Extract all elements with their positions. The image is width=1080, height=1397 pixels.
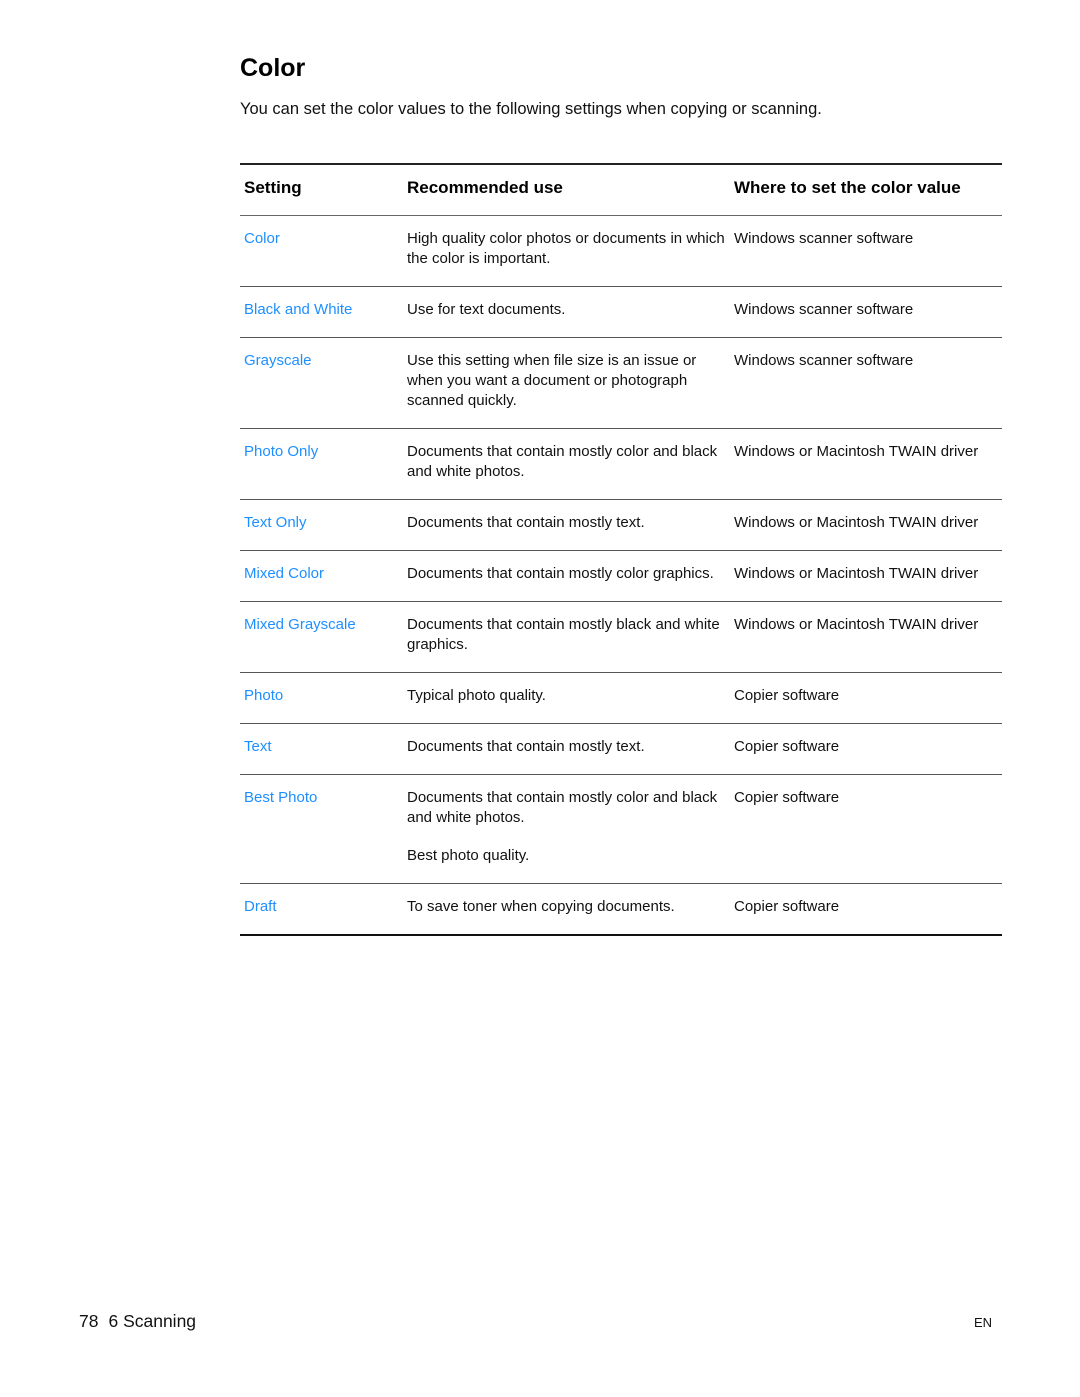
header-setting: Setting bbox=[240, 163, 403, 216]
table-row: Mixed Color Documents that contain mostly… bbox=[240, 550, 1002, 602]
recommended-use-text: Use this setting when file size is an is… bbox=[407, 352, 697, 409]
recommended-use-cell: Documents that contain mostly text. bbox=[403, 723, 730, 775]
recommended-use-text: Documents that contain mostly color grap… bbox=[407, 565, 714, 582]
intro-paragraph: You can set the color values to the foll… bbox=[240, 100, 822, 118]
table-row: Best Photo Documents that contain mostly … bbox=[240, 774, 1002, 884]
table-row: Black and White Use for text documents. Wi… bbox=[240, 286, 1002, 338]
where-to-set-cell: Windows or Macintosh TWAIN driver bbox=[730, 499, 1002, 551]
table-row: Mixed Grayscale Documents that contain mo… bbox=[240, 601, 1002, 673]
recommended-use-cell: To save toner when copying documents. bbox=[403, 883, 730, 936]
recommended-use-text: Documents that contain mostly text. bbox=[407, 514, 645, 531]
setting-link[interactable]: Color bbox=[244, 230, 280, 247]
setting-cell: Text Only bbox=[240, 499, 403, 551]
recommended-use-text: Use for text documents. bbox=[407, 301, 566, 318]
setting-link[interactable]: Black and White bbox=[244, 301, 352, 318]
header-where-to-set: Where to set the color value bbox=[730, 163, 1002, 216]
setting-link[interactable]: Best Photo bbox=[244, 789, 317, 806]
recommended-use-cell: Documents that contain mostly color grap… bbox=[403, 550, 730, 602]
where-to-set-cell: Windows scanner software bbox=[730, 215, 1002, 287]
setting-link[interactable]: Photo Only bbox=[244, 443, 318, 460]
setting-cell: Text bbox=[240, 723, 403, 775]
setting-cell: Draft bbox=[240, 883, 403, 936]
setting-cell: Photo Only bbox=[240, 428, 403, 500]
recommended-use-cell: Documents that contain mostly color and … bbox=[403, 428, 730, 500]
where-to-set-cell: Copier software bbox=[730, 672, 1002, 724]
recommended-use-text: Documents that contain mostly color and … bbox=[407, 443, 718, 480]
where-to-set-cell: Windows or Macintosh TWAIN driver bbox=[730, 601, 1002, 673]
recommended-use-text: Documents that contain mostly black and … bbox=[407, 616, 720, 653]
color-settings-table: Setting Recommended use Where to set the… bbox=[240, 163, 1002, 936]
recommended-use-text: To save toner when copying documents. bbox=[407, 898, 675, 915]
table-row: Text Documents that contain mostly text. C… bbox=[240, 723, 1002, 775]
table-row: Draft To save toner when copying document… bbox=[240, 883, 1002, 936]
table-row: Photo Only Documents that contain mostly … bbox=[240, 428, 1002, 500]
setting-cell: Best Photo bbox=[240, 774, 403, 884]
language-code: EN bbox=[974, 1315, 993, 1330]
setting-link[interactable]: Mixed Grayscale bbox=[244, 616, 356, 633]
table-row: Grayscale Use this setting when file size… bbox=[240, 337, 1002, 429]
recommended-use-text: Documents that contain mostly text. bbox=[407, 738, 645, 755]
recommended-use-cell: Documents that contain mostly color and … bbox=[403, 774, 730, 884]
recommended-use-text: High quality color photos or documents i… bbox=[407, 230, 725, 267]
recommended-use-cell: High quality color photos or documents i… bbox=[403, 215, 730, 287]
where-to-set-cell: Copier software bbox=[730, 723, 1002, 775]
header-recommended-use: Recommended use bbox=[403, 163, 730, 216]
setting-link[interactable]: Text bbox=[244, 738, 272, 755]
recommended-use-cell: Documents that contain mostly black and … bbox=[403, 601, 730, 673]
where-to-set-cell: Copier software bbox=[730, 774, 1002, 884]
page-number: 78 bbox=[79, 1311, 99, 1331]
chapter-name: 6 Scanning bbox=[108, 1311, 197, 1331]
recommended-use-text: Best photo quality. bbox=[407, 847, 530, 864]
page-title: Color bbox=[240, 54, 306, 82]
where-to-set-cell: Windows scanner software bbox=[730, 337, 1002, 429]
table-body: Color High quality color photos or docume… bbox=[240, 215, 1002, 936]
where-to-set-cell: Windows or Macintosh TWAIN driver bbox=[730, 428, 1002, 500]
setting-link[interactable]: Grayscale bbox=[244, 352, 312, 369]
recommended-use-cell: Typical photo quality. bbox=[403, 672, 730, 724]
setting-cell: Color bbox=[240, 215, 403, 287]
table-row: Photo Typical photo quality. Copier softwa… bbox=[240, 672, 1002, 724]
recommended-use-text: Documents that contain mostly color and … bbox=[407, 789, 718, 826]
table-header-row: Setting Recommended use Where to set the… bbox=[240, 163, 1002, 216]
recommended-use-cell: Use this setting when file size is an is… bbox=[403, 337, 730, 429]
page-footer-left: 78 6 Scanning bbox=[79, 1311, 196, 1332]
where-to-set-cell: Windows scanner software bbox=[730, 286, 1002, 338]
table-row: Color High quality color photos or docume… bbox=[240, 215, 1002, 287]
setting-cell: Black and White bbox=[240, 286, 403, 338]
where-to-set-cell: Copier software bbox=[730, 883, 1002, 936]
recommended-use-cell: Use for text documents. bbox=[403, 286, 730, 338]
setting-cell: Grayscale bbox=[240, 337, 403, 429]
setting-link[interactable]: Mixed Color bbox=[244, 565, 324, 582]
recommended-use-cell: Documents that contain mostly text. bbox=[403, 499, 730, 551]
setting-link[interactable]: Text Only bbox=[244, 514, 307, 531]
setting-link[interactable]: Draft bbox=[244, 898, 277, 915]
table-row: Text Only Documents that contain mostly t… bbox=[240, 499, 1002, 551]
setting-link[interactable]: Photo bbox=[244, 687, 283, 704]
recommended-use-text: Typical photo quality. bbox=[407, 687, 546, 704]
where-to-set-cell: Windows or Macintosh TWAIN driver bbox=[730, 550, 1002, 602]
setting-cell: Mixed Grayscale bbox=[240, 601, 403, 673]
setting-cell: Mixed Color bbox=[240, 550, 403, 602]
setting-cell: Photo bbox=[240, 672, 403, 724]
